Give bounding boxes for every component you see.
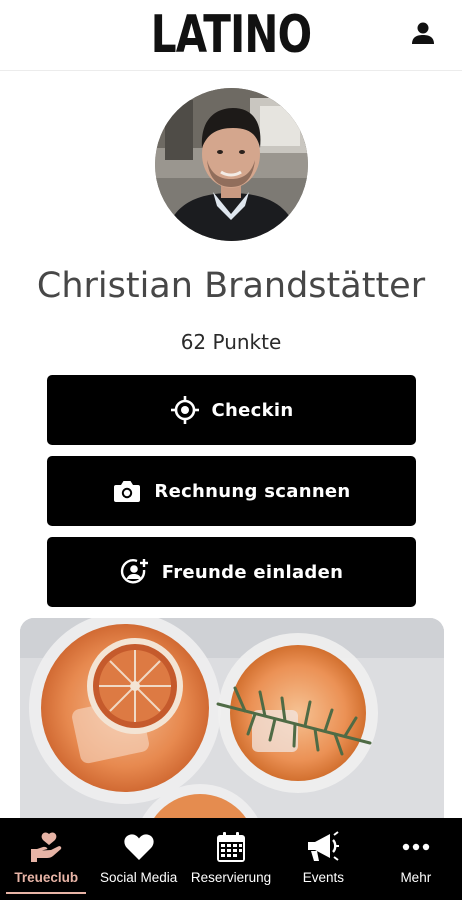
app-header: LATINO <box>0 0 462 71</box>
nav-item-treueclub[interactable]: Treueclub <box>0 818 92 900</box>
invite-friends-button[interactable]: Freunde einladen <box>47 537 416 607</box>
megaphone-icon <box>306 830 340 864</box>
points-count: 62 Punkte <box>180 330 282 354</box>
calendar-icon <box>214 830 248 864</box>
more-icon <box>399 830 433 864</box>
nav-label-events: Events <box>302 870 345 885</box>
nav-label-treueclub: Treueclub <box>14 870 79 885</box>
nav-item-reservierung[interactable]: Reservierung <box>185 818 277 900</box>
invite-friends-label: Freunde einladen <box>161 561 344 583</box>
nav-label-social-media: Social Media <box>99 870 178 885</box>
add-friend-icon <box>120 557 150 587</box>
nav-item-social-media[interactable]: Social Media <box>92 818 184 900</box>
bottom-navigation: Treueclub Social Media Reservierung Even… <box>0 818 462 900</box>
profile-name: Christian Brandstätter <box>36 266 426 306</box>
promo-image[interactable] <box>20 618 444 820</box>
nav-label-reservierung: Reservierung <box>190 870 272 885</box>
app-screen: LATINO Christian Brandstätter 62 Punkte … <box>0 0 462 900</box>
profile-photo[interactable] <box>155 88 308 241</box>
hand-heart-icon <box>29 830 63 864</box>
user-icon[interactable] <box>410 20 436 46</box>
nav-label-mehr: Mehr <box>400 870 432 885</box>
scan-receipt-label: Rechnung scannen <box>154 480 351 502</box>
active-tab-indicator <box>6 892 87 894</box>
nav-item-mehr[interactable]: Mehr <box>370 818 462 900</box>
heart-icon <box>122 830 156 864</box>
scan-receipt-button[interactable]: Rechnung scannen <box>47 456 416 526</box>
crosshair-icon <box>170 395 200 425</box>
camera-icon <box>112 476 142 506</box>
checkin-label: Checkin <box>211 399 294 421</box>
checkin-button[interactable]: Checkin <box>47 375 416 445</box>
nav-item-events[interactable]: Events <box>277 818 369 900</box>
logo: LATINO <box>150 5 312 65</box>
